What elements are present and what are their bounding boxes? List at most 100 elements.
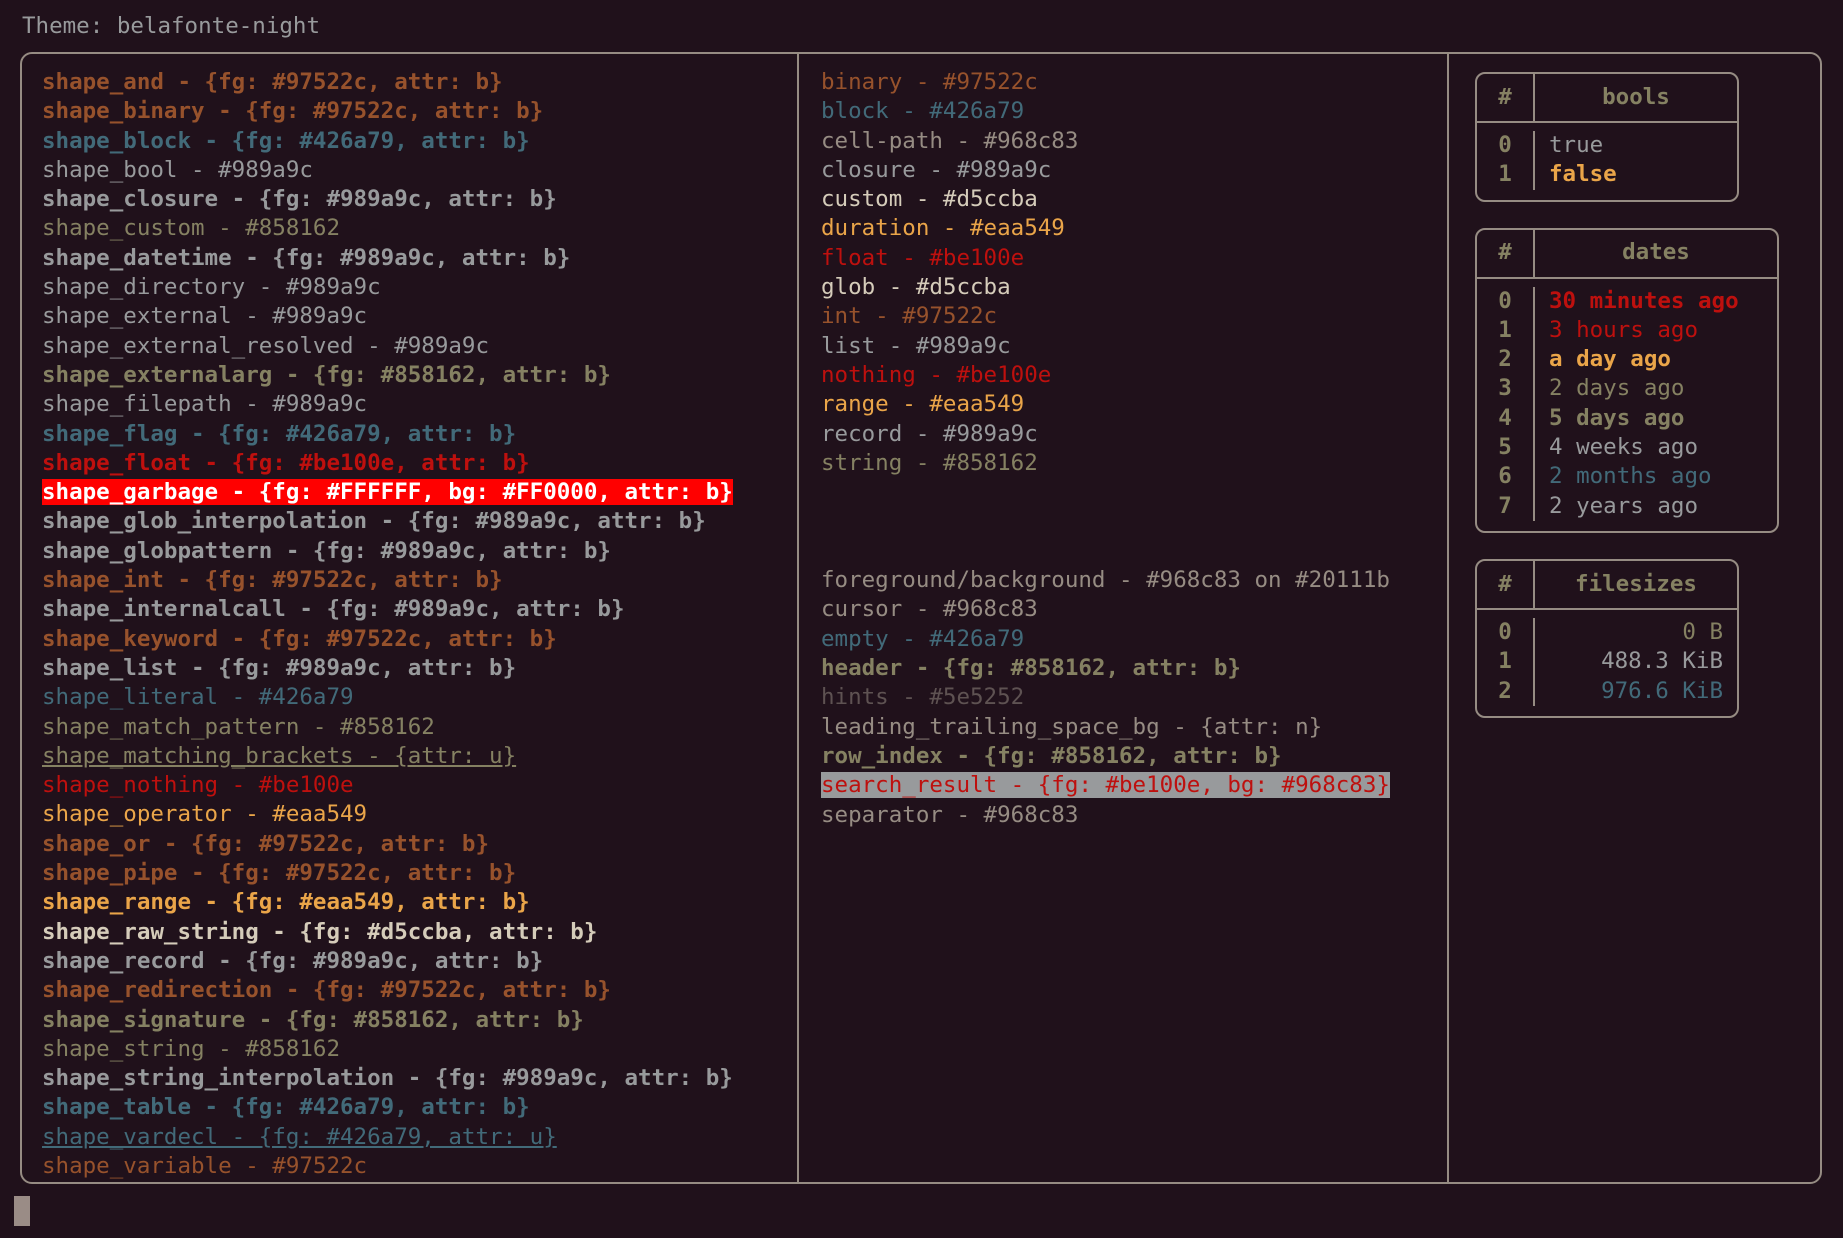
types_column.ui_rows-row: empty - #426a79 — [821, 625, 1025, 652]
row-index: 3 — [1498, 375, 1512, 402]
ui-row-wrapper: search_result - {fg: #be100e, bg: #968c8… — [821, 771, 1447, 800]
shapes_column.rows-row: shape_external_resolved - #989a9c — [42, 332, 490, 359]
terminal-screen: Theme: belafonte-night shape_and - {fg: … — [0, 0, 1843, 1238]
cell-value: a day ago — [1549, 346, 1671, 373]
shapes_column.rows-row: shape_list - {fg: #989a9c, attr: b} — [42, 654, 517, 681]
table-row: 0 30 minutes ago — [1477, 286, 1777, 316]
types_column.rows-row: glob - #d5ccba — [821, 274, 1011, 301]
types_column.rows-row: range - #eaa549 — [821, 391, 1025, 418]
shapes_column.rows-row: shape_signature - {fg: #858162, attr: b} — [42, 1006, 584, 1033]
mini-table-header: # filesizes — [1477, 560, 1737, 610]
shapes_column.rows-row: shape_nothing - #be100e — [42, 772, 354, 799]
cell-value: 30 minutes ago — [1549, 287, 1739, 314]
types_column.ui_rows-row: foreground/background - #968c83 on #2011… — [821, 567, 1390, 594]
sample-tables-column: # bools 0 true 1 false # dates 0 30 minutes ago 1 3… — [1447, 54, 1820, 1182]
shapes_column.rows-row: shape_raw_string - {fg: #d5ccba, attr: b… — [42, 918, 598, 945]
cell-value: 4 weeks ago — [1549, 434, 1699, 461]
shapes_column.rows-row: shape_string - #858162 — [42, 1035, 341, 1062]
types_column.rows-row: binary - #97522c — [821, 69, 1038, 95]
row-index: 0 — [1498, 618, 1512, 645]
cell-value: true — [1549, 132, 1604, 158]
cell-value: false — [1549, 161, 1617, 188]
table-row: 5 4 weeks ago — [1477, 433, 1777, 463]
table-row: 3 2 days ago — [1477, 374, 1777, 404]
shapes_column.rows-row: shape_record - {fg: #989a9c, attr: b} — [42, 947, 544, 974]
shapes_column.rows-row: shape_externalarg - {fg: #858162, attr: … — [42, 361, 611, 388]
mini-table-body: 0 30 minutes ago 1 3 hours ago 2 a day ago 3 2 … — [1477, 279, 1777, 531]
types_column.rows-row: duration - #eaa549 — [821, 215, 1065, 242]
shapes_column.rows-row: shape_globpattern - {fg: #989a9c, attr: … — [42, 537, 611, 564]
column-header-value: filesizes — [1575, 570, 1697, 597]
shapes_column.rows-row: shape_variable - #97522c — [42, 1152, 368, 1179]
cell-value: 2 days ago — [1549, 375, 1685, 402]
shapes_column.rows-row: shape_keyword - {fg: #97522c, attr: b} — [42, 625, 557, 652]
types_column.rows-row: block - #426a79 — [821, 98, 1025, 125]
table-row: 2 976.6 KiB — [1477, 676, 1737, 706]
mini-table-header: # bools — [1477, 74, 1737, 123]
shapes_column.rows-row: shape_and - {fg: #97522c, attr: b} — [42, 69, 503, 95]
shapes_column.rows-row: shape_operator - #eaa549 — [42, 801, 368, 828]
mini-table-bools: # bools 0 true 1 false — [1475, 72, 1739, 202]
table-row: 6 2 months ago — [1477, 462, 1777, 492]
shapes_column.rows-row: shape_external - #989a9c — [42, 303, 368, 330]
shapes_column.rows-row: shape_filepath - #989a9c — [42, 391, 368, 418]
row-index: 5 — [1498, 434, 1512, 461]
table-row: 2 a day ago — [1477, 345, 1777, 375]
terminal-cursor — [14, 1196, 30, 1226]
column-header-value: bools — [1602, 83, 1670, 110]
shapes_column.rows-row: shape_directory - #989a9c — [42, 274, 381, 301]
types-column-spacer — [821, 478, 1447, 566]
types_column.ui_rows-row: search_result - {fg: #be100e, bg: #968c8… — [821, 772, 1390, 799]
shapes_column.rows-row: shape_matching_brackets - {attr: u} — [42, 742, 517, 769]
table-row: 1 488.3 KiB — [1477, 647, 1737, 677]
cell-value: 2 months ago — [1549, 463, 1712, 490]
cell-value: 976.6 KiB — [1601, 677, 1723, 704]
shapes_column.rows-row: shape_float - {fg: #be100e, attr: b} — [42, 449, 530, 476]
row-index: 6 — [1498, 463, 1512, 490]
shapes_column.rows-row: shape_int - {fg: #97522c, attr: b} — [42, 567, 503, 594]
table-row: 1 false — [1477, 160, 1737, 190]
shapes_column.rows-row: shape_custom - #858162 — [42, 215, 341, 242]
shapes_column.rows-row: shape_range - {fg: #eaa549, attr: b} — [42, 889, 530, 916]
shapes_column.rows-row: shape_literal - #426a79 — [42, 684, 354, 711]
mini-table-filesizes: # filesizes 0 0 B 1 488.3 KiB 2 976.6 KiB — [1475, 558, 1739, 718]
shapes_column.rows-row: shape_or - {fg: #97522c, attr: b} — [42, 830, 490, 857]
cell-value: 0 B — [1682, 618, 1723, 645]
types_column.ui_rows-row: separator - #968c83 — [821, 801, 1079, 828]
column-header-value: dates — [1622, 239, 1690, 266]
column-header-index: # — [1498, 239, 1512, 266]
types_column.rows-row: list - #989a9c — [821, 332, 1011, 359]
shape-row-wrapper: shape_garbage - {fg: #FFFFFF, bg: #FF000… — [42, 478, 797, 507]
row-index: 1 — [1498, 316, 1512, 343]
mini-table-body: 0 true 1 false — [1477, 123, 1737, 200]
shapes_column.rows-row: shape_binary - {fg: #97522c, attr: b} — [42, 98, 544, 125]
shapes_column.rows-row: shape_datetime - {fg: #989a9c, attr: b} — [42, 244, 571, 271]
table-row: 7 2 years ago — [1477, 491, 1777, 521]
cell-value: 2 years ago — [1549, 492, 1699, 519]
types_column.ui_rows-row: cursor - #968c83 — [821, 596, 1038, 623]
mini-table-dates: # dates 0 30 minutes ago 1 3 hours ago 2 a day … — [1475, 227, 1779, 533]
cell-value: 488.3 KiB — [1601, 648, 1723, 675]
mini-table-header: # dates — [1477, 229, 1777, 279]
mini-table-body: 0 0 B 1 488.3 KiB 2 976.6 KiB — [1477, 610, 1737, 716]
shapes_column.rows-row: shape_table - {fg: #426a79, attr: b} — [42, 1094, 530, 1121]
types_column.ui_rows-row: leading_trailing_space_bg - {attr: n} — [821, 713, 1323, 740]
row-index: 4 — [1498, 404, 1512, 431]
table-row: 0 0 B — [1477, 617, 1737, 648]
shapes_column.rows-row: shape_block - {fg: #426a79, attr: b} — [42, 127, 530, 154]
table-row: 0 true — [1477, 131, 1737, 161]
types_column.rows-row: string - #858162 — [821, 449, 1038, 476]
types_column.rows-row: nothing - #be100e — [821, 361, 1052, 388]
shapes-column: shape_and - {fg: #97522c, attr: b} shape_… — [22, 54, 797, 1182]
shapes_column.rows-row: shape_closure - {fg: #989a9c, attr: b} — [42, 186, 557, 213]
table-row: 1 3 hours ago — [1477, 315, 1777, 346]
cell-value: 5 days ago — [1549, 404, 1685, 431]
cell-value: 3 hours ago — [1549, 316, 1699, 343]
row-index: 1 — [1498, 161, 1512, 188]
shapes_column.rows-row: shape_glob_interpolation - {fg: #989a9c,… — [42, 508, 706, 535]
types_column.ui_rows-row: hints - #5e5252 — [821, 684, 1025, 711]
types_column.rows-row: closure - #989a9c — [821, 156, 1052, 183]
shapes_column.rows-row: shape_bool - #989a9c — [42, 156, 313, 183]
table-row: 4 5 days ago — [1477, 403, 1777, 434]
types_column.ui_rows-row: row_index - {fg: #858162, attr: b} — [821, 742, 1282, 769]
